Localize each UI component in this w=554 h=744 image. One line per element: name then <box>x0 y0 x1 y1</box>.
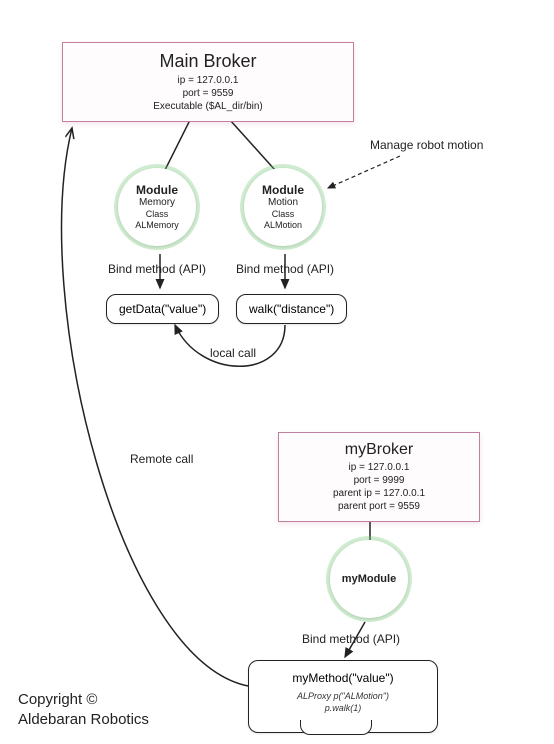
copyright-line2: Aldebaran Robotics <box>18 710 149 730</box>
my-broker-parent-port: parent port = 9559 <box>289 500 469 513</box>
my-broker-box: myBroker ip = 127.0.0.1 port = 9999 pare… <box>278 432 480 522</box>
bind-method-label-motion: Bind method (API) <box>236 262 334 276</box>
local-call-label: local call <box>210 346 256 360</box>
get-data-text: getData("value") <box>119 302 206 316</box>
my-broker-port: port = 9999 <box>289 474 469 487</box>
my-method-tab <box>300 720 372 735</box>
main-broker-box: Main Broker ip = 127.0.0.1 port = 9559 E… <box>62 42 354 122</box>
main-broker-exe: Executable ($AL_dir/bin) <box>73 100 343 113</box>
remote-call-label: Remote call <box>130 452 193 466</box>
bind-method-label-my-module: Bind method (API) <box>302 632 400 646</box>
module-motion-name: Motion <box>268 197 298 209</box>
my-module-title: myModule <box>342 573 396 585</box>
get-data-method-box: getData("value") <box>106 294 219 324</box>
my-module-circle: myModule <box>330 540 408 618</box>
manage-motion-label: Manage robot motion <box>370 138 483 152</box>
module-memory-circle: Module Memory Class ALMemory <box>118 168 196 246</box>
module-motion-title: Module <box>262 183 304 197</box>
module-memory-title: Module <box>136 183 178 197</box>
my-broker-title: myBroker <box>289 441 469 459</box>
my-method-title: myMethod("value") <box>263 671 423 685</box>
module-motion-circle: Module Motion Class ALMotion <box>244 168 322 246</box>
copyright-line1: Copyright © <box>18 690 149 710</box>
module-memory-class-label: Class <box>146 209 169 220</box>
module-memory-class-name: ALMemory <box>135 220 179 231</box>
my-broker-ip: ip = 127.0.0.1 <box>289 461 469 474</box>
my-method-code2: p.walk(1) <box>263 703 423 715</box>
main-broker-title: Main Broker <box>73 51 343 72</box>
module-memory-name: Memory <box>139 197 175 209</box>
module-motion-class-name: ALMotion <box>264 220 302 231</box>
main-broker-port: port = 9559 <box>73 87 343 100</box>
main-broker-ip: ip = 127.0.0.1 <box>73 74 343 87</box>
my-method-code1: ALProxy p("ALMotion") <box>263 691 423 703</box>
bind-method-label-memory: Bind method (API) <box>108 262 206 276</box>
my-broker-parent-ip: parent ip = 127.0.0.1 <box>289 487 469 500</box>
walk-text: walk("distance") <box>249 302 334 316</box>
module-motion-class-label: Class <box>272 209 295 220</box>
walk-method-box: walk("distance") <box>236 294 347 324</box>
copyright-text: Copyright © Aldebaran Robotics <box>18 690 149 729</box>
